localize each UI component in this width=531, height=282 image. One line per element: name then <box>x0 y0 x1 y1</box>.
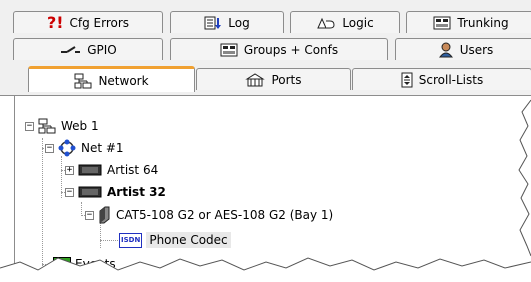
tab-ports[interactable]: Ports <box>196 68 351 90</box>
collapse-icon[interactable]: − <box>25 121 34 131</box>
tab-label: Logic <box>342 15 374 30</box>
tree-item-label: Artist 64 <box>107 163 159 177</box>
tree-item-net[interactable]: − Net #1 <box>45 138 124 158</box>
tab-label: Groups + Confs <box>243 42 339 57</box>
tree-connector <box>81 202 82 214</box>
frame-icon <box>78 164 102 176</box>
tab-label: Cfg Errors <box>69 15 130 30</box>
tree-item-events[interactable]: EV Events <box>53 254 116 274</box>
tab-label: Users <box>459 42 494 57</box>
network-icon <box>74 73 92 89</box>
tab-trunking[interactable]: Trunking <box>406 11 531 33</box>
log-icon <box>204 16 222 30</box>
tree-item-phone-codec[interactable]: ISDN Phone Codec <box>119 230 231 250</box>
tab-label: Scroll-Lists <box>418 72 484 87</box>
collapse-icon[interactable]: − <box>65 187 74 197</box>
card-icon <box>98 206 110 224</box>
tree-item-cat5-card[interactable]: − CAT5-108 G2 or AES-108 G2 (Bay 1) <box>85 205 333 225</box>
tab-label: GPIO <box>87 42 117 57</box>
scroll-lists-icon <box>401 72 413 88</box>
tab-label: Network <box>98 73 149 88</box>
tree-item-label: Phone Codec <box>146 232 231 248</box>
tree-connector <box>100 222 101 248</box>
net-ring-icon <box>58 139 76 157</box>
tab-label: Ports <box>271 72 302 87</box>
tree-item-web[interactable]: − Web 1 <box>25 116 99 136</box>
tree-item-label: Net #1 <box>81 141 124 155</box>
expand-icon[interactable]: + <box>65 165 74 175</box>
tab-users[interactable]: Users <box>395 38 531 60</box>
tab-cfg-errors[interactable]: ?! Cfg Errors <box>13 11 163 33</box>
collapse-icon[interactable]: − <box>85 210 94 220</box>
tree-connector <box>100 240 118 241</box>
tree-item-artist32[interactable]: − Artist 32 <box>65 182 166 202</box>
tree-connector <box>42 138 43 266</box>
tree-item-artist64[interactable]: + Artist 64 <box>65 160 158 180</box>
tab-log[interactable]: Log <box>170 11 284 33</box>
tab-groups-confs[interactable]: Groups + Confs <box>170 38 388 60</box>
tree-item-label: Events <box>75 257 116 271</box>
logic-icon <box>316 16 336 30</box>
tab-gpio[interactable]: GPIO <box>13 38 163 60</box>
network-tree-panel: − Web 1 − Net #1 + Artist 64 − Artist 32… <box>14 96 531 282</box>
tab-divider <box>0 95 531 96</box>
tree-item-label: Web 1 <box>61 119 99 133</box>
isdn-icon: ISDN <box>119 232 143 248</box>
trunking-icon <box>433 16 451 30</box>
tab-label: Trunking <box>457 15 509 30</box>
ports-icon <box>245 72 266 87</box>
events-icon: EV <box>53 256 71 272</box>
tab-network[interactable]: Network <box>28 66 195 92</box>
tab-logic[interactable]: Logic <box>290 11 400 33</box>
frame-icon <box>78 186 102 198</box>
tab-label: Log <box>228 15 250 30</box>
gpio-icon <box>59 44 81 56</box>
users-icon <box>438 42 454 58</box>
tab-bar: ?! Cfg Errors Log Logic Trunking GPIO Gr… <box>0 0 531 96</box>
collapse-icon[interactable]: − <box>45 143 54 153</box>
network-icon <box>38 118 56 134</box>
groups-icon <box>220 43 238 57</box>
tree-item-label: CAT5-108 G2 or AES-108 G2 (Bay 1) <box>116 208 334 222</box>
tab-scroll-lists[interactable]: Scroll-Lists <box>352 68 531 90</box>
cfg-errors-icon: ?! <box>46 13 64 32</box>
tree-item-label: Artist 32 <box>107 185 166 199</box>
